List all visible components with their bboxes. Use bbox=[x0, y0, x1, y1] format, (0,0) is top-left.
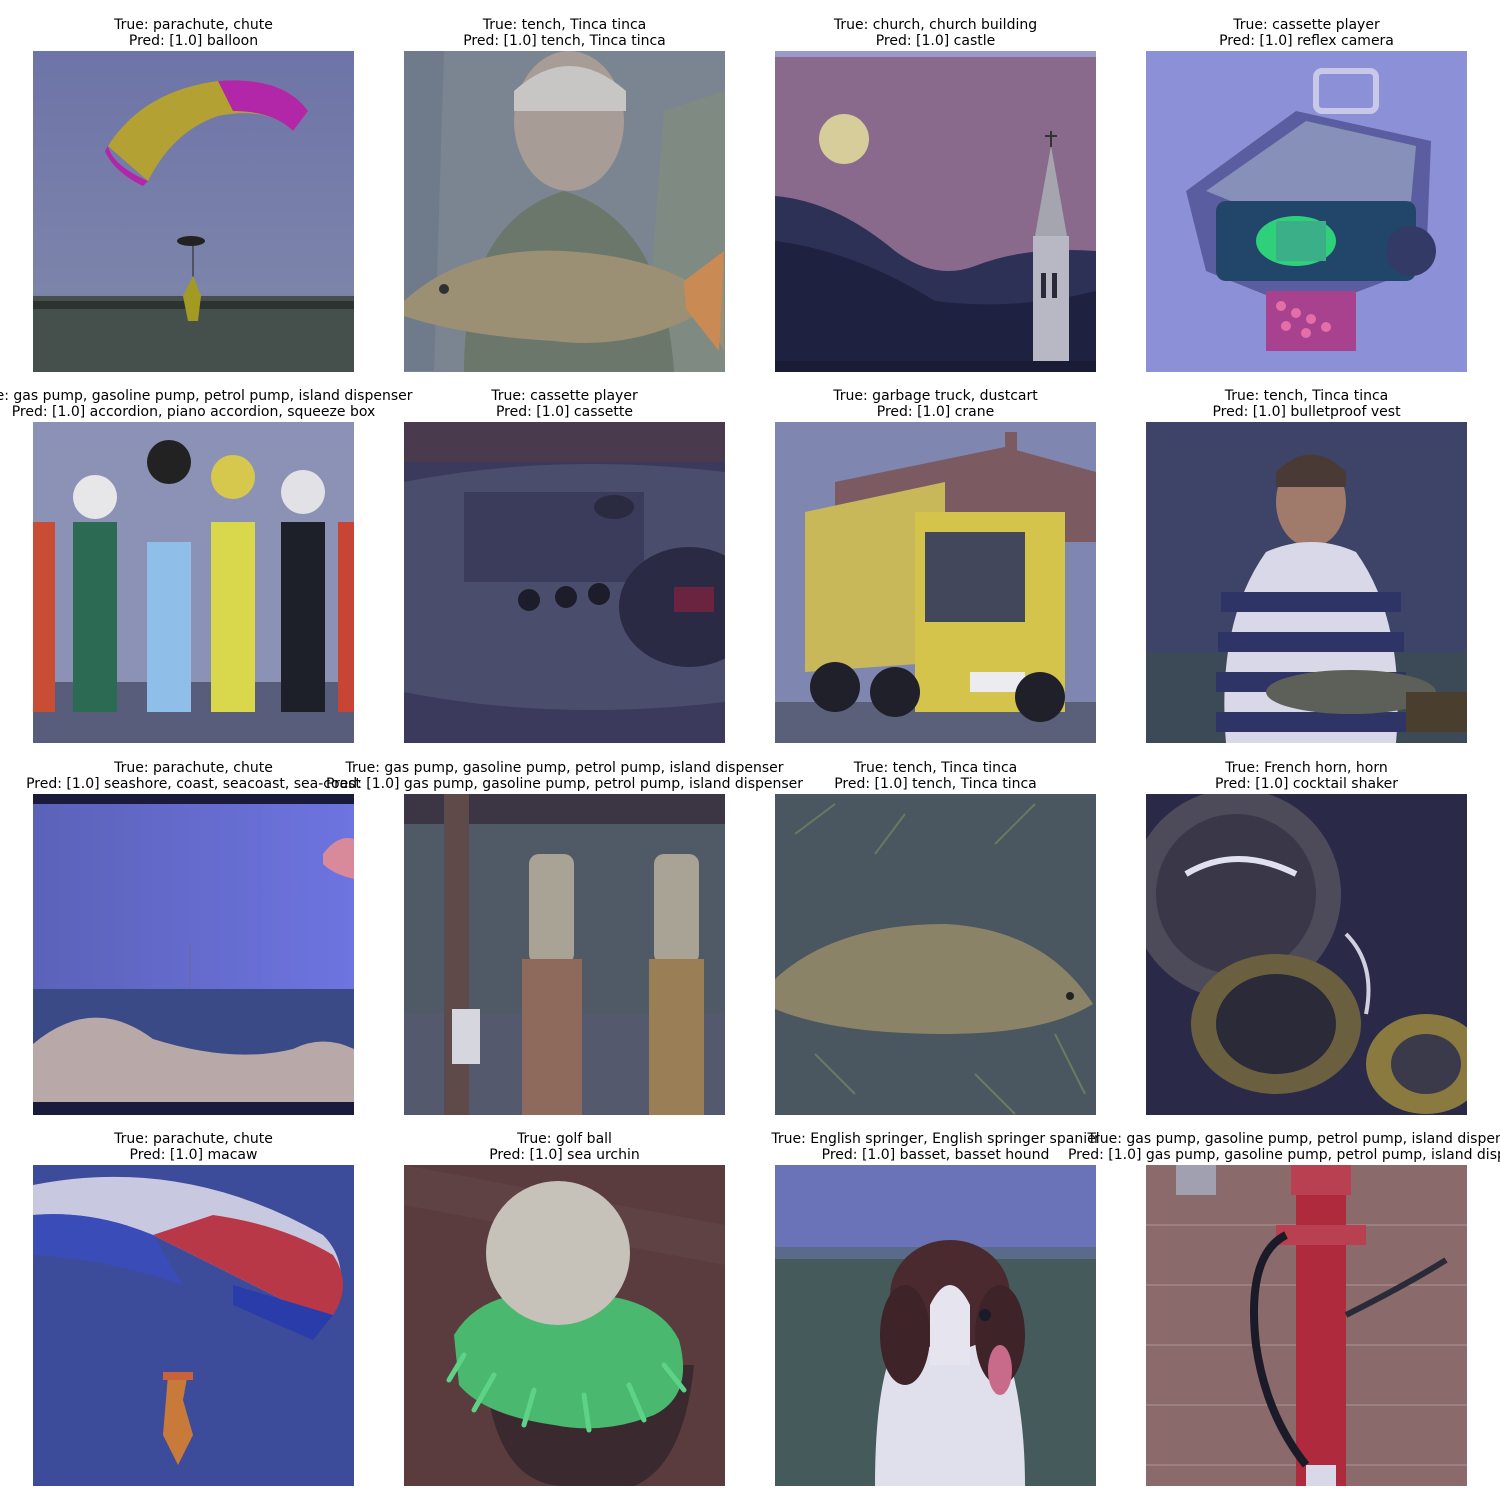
image-golf-ball-cupcake bbox=[404, 1165, 725, 1486]
true-label: True: tench, Tinca tinca bbox=[1224, 388, 1389, 404]
true-label: True: cassette player bbox=[1233, 17, 1380, 33]
image-springer-spaniel bbox=[775, 1165, 1096, 1486]
pred-label: Pred: [1.0] cocktail shaker bbox=[1214, 776, 1399, 792]
image-red-gas-pump-brick bbox=[1146, 1165, 1467, 1486]
grid-cell: True: parachute, chute Pred: [1.0] seash… bbox=[26, 760, 361, 1115]
grid-cell: True: parachute, chute Pred: [1.0] macaw bbox=[33, 1131, 354, 1486]
grid-cell: True: tench, Tinca tinca Pred: [1.0] bul… bbox=[1146, 388, 1467, 743]
true-label: True: French horn, horn bbox=[1225, 760, 1388, 776]
image-old-gas-pumps bbox=[404, 794, 725, 1115]
image-cassette-player-device bbox=[1146, 51, 1467, 372]
pred-label: Pred: [1.0] bulletproof vest bbox=[1212, 404, 1401, 420]
grid-cell: True: cassette player Pred: [1.0] casset… bbox=[404, 388, 725, 743]
grid-cell: True: gas pump, gasoline pump, petrol pu… bbox=[326, 760, 803, 1115]
image-man-holding-fish bbox=[404, 51, 725, 372]
pred-label: Pred: [1.0] reflex camera bbox=[1219, 33, 1394, 49]
image-fish-on-grass bbox=[775, 794, 1096, 1115]
grid-cell: True: gas pump, gasoline pump, petrol pu… bbox=[0, 388, 413, 743]
image-yellow-garbage-truck bbox=[775, 422, 1096, 743]
pred-label: Pred: [1.0] gas pump, gasoline pump, pet… bbox=[1067, 1147, 1500, 1163]
grid-cell: True: cassette player Pred: [1.0] reflex… bbox=[1146, 17, 1467, 372]
grid-cell: True: golf ball Pred: [1.0] sea urchin bbox=[404, 1131, 725, 1486]
caption: True: gas pump, gasoline pump, petrol pu… bbox=[946, 1131, 1500, 1163]
grid-cell: True: church, church building Pred: [1.0… bbox=[775, 17, 1096, 372]
grid-cell: True: French horn, horn Pred: [1.0] cock… bbox=[1146, 760, 1467, 1115]
caption: True: French horn, horn Pred: [1.0] cock… bbox=[946, 760, 1500, 792]
true-label: True: gas pump, gasoline pump, petrol pu… bbox=[1087, 1131, 1500, 1147]
grid-cell: True: English springer, English springer… bbox=[771, 1131, 1100, 1486]
image-row-of-gas-pumps bbox=[33, 422, 354, 743]
grid-cell: True: tench, Tinca tinca Pred: [1.0] ten… bbox=[404, 17, 725, 372]
image-man-striped-hoodie-fish bbox=[1146, 422, 1467, 743]
image-sea-rocks-parachute bbox=[33, 794, 354, 1115]
grid-cell: True: tench, Tinca tinca Pred: [1.0] ten… bbox=[775, 760, 1096, 1115]
grid-cell: True: garbage truck, dustcart Pred: [1.0… bbox=[775, 388, 1096, 743]
grid-cell: True: gas pump, gasoline pump, petrol pu… bbox=[1068, 1131, 1500, 1486]
caption: True: cassette player Pred: [1.0] reflex… bbox=[946, 17, 1500, 49]
image-parachute-sky bbox=[33, 51, 354, 372]
image-church-steeple-moon bbox=[775, 51, 1096, 372]
caption: True: tench, Tinca tinca Pred: [1.0] bul… bbox=[946, 388, 1500, 420]
grid-cell: True: parachute, chute Pred: [1.0] ballo… bbox=[33, 17, 354, 372]
image-radio-close-up bbox=[404, 422, 725, 743]
image-french-horn bbox=[1146, 794, 1467, 1115]
image-parachute-blue-sky bbox=[33, 1165, 354, 1486]
